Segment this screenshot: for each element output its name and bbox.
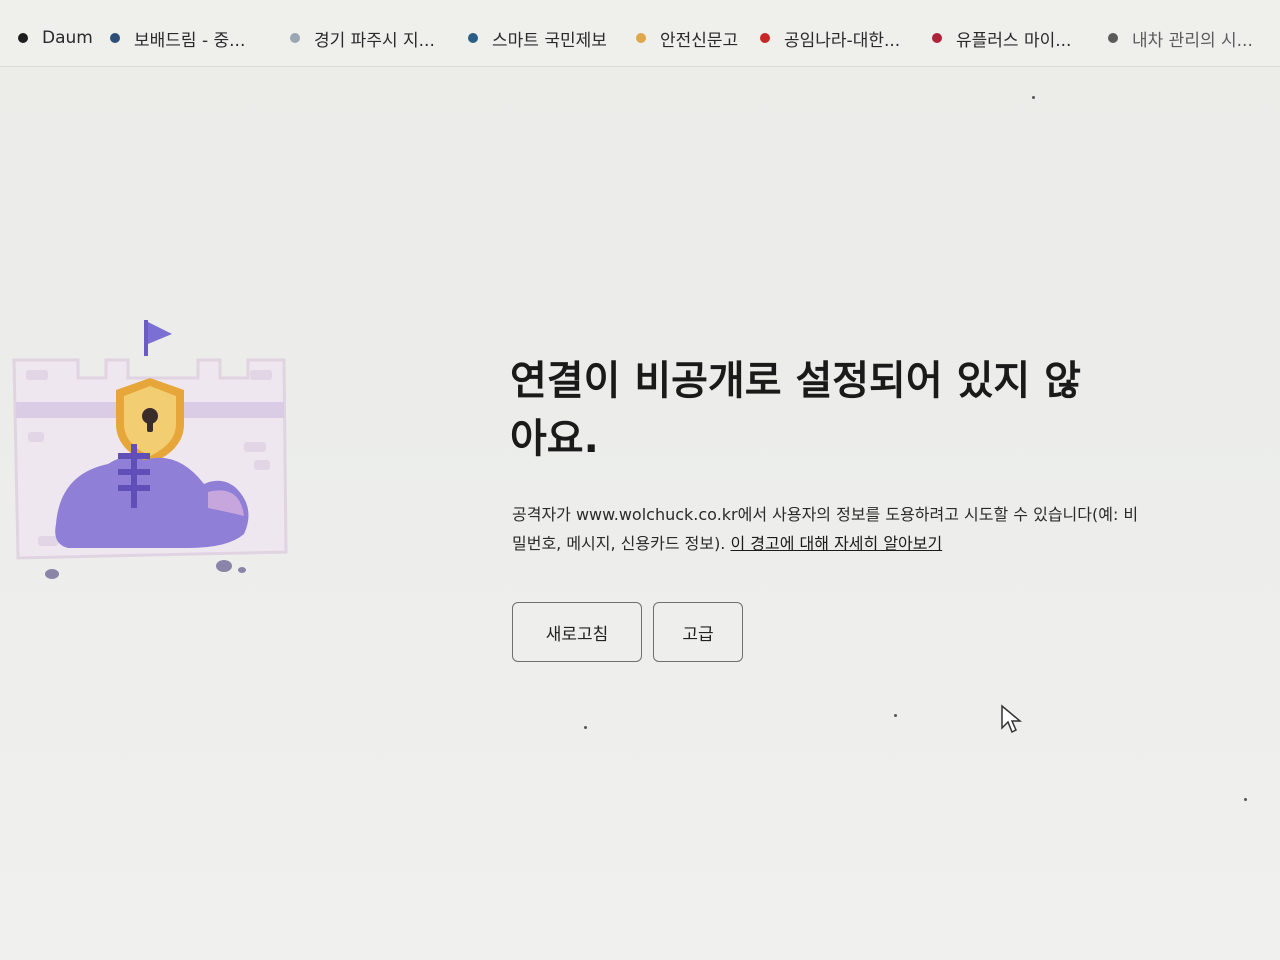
bookmark-gongim[interactable]: 공임나라-대한... bbox=[760, 26, 901, 51]
bookmark-label: 경기 파주시 지... bbox=[314, 30, 435, 51]
bookmark-label: 유플러스 마이... bbox=[956, 30, 1072, 51]
screen-speck bbox=[1032, 96, 1035, 99]
favicon-dot-icon bbox=[110, 33, 120, 43]
bookmark-paju[interactable]: 경기 파주시 지... bbox=[290, 26, 435, 51]
bookmarks-bar: Daum 보배드림 - 중... 경기 파주시 지... 스마트 국민제보 안전… bbox=[0, 0, 1280, 67]
favicon-dot-icon bbox=[290, 33, 300, 43]
bookmark-bobaedream[interactable]: 보배드림 - 중... bbox=[110, 26, 246, 51]
screen-speck bbox=[894, 714, 897, 717]
favicon-dot-icon bbox=[760, 33, 770, 43]
favicon-dot-icon bbox=[18, 33, 28, 43]
bookmark-label: 스마트 국민제보 bbox=[492, 30, 607, 51]
reload-button[interactable]: 새로고침 bbox=[512, 602, 642, 662]
bookmark-label: 내차 관리의 시... bbox=[1132, 30, 1253, 51]
bookmark-label: 보배드림 - 중... bbox=[134, 30, 246, 51]
favicon-dot-icon bbox=[636, 33, 646, 43]
bookmark-daum[interactable]: Daum bbox=[18, 26, 93, 50]
bookmark-label: Daum bbox=[42, 28, 93, 48]
favicon-dot-icon bbox=[1108, 33, 1118, 43]
bookmark-smart-report[interactable]: 스마트 국민제보 bbox=[468, 26, 607, 51]
error-description: 공격자가 www.wolchuck.co.kr에서 사용자의 정보를 도용하려고… bbox=[512, 500, 1152, 558]
bookmark-car-care[interactable]: 내차 관리의 시... bbox=[1108, 26, 1253, 51]
page-title: 연결이 비공개로 설정되어 있지 않아요. bbox=[510, 358, 1081, 462]
learn-more-link[interactable]: 이 경고에 대해 자세히 알아보기 bbox=[731, 534, 943, 553]
screen-speck bbox=[1244, 798, 1247, 801]
advanced-button[interactable]: 고급 bbox=[653, 602, 743, 662]
bookmark-safety-report[interactable]: 안전신문고 bbox=[636, 26, 739, 51]
screen-speck bbox=[584, 726, 587, 729]
favicon-dot-icon bbox=[468, 33, 478, 43]
bookmark-label: 안전신문고 bbox=[660, 30, 739, 51]
favicon-dot-icon bbox=[932, 33, 942, 43]
mouse-cursor-icon bbox=[1001, 704, 1023, 734]
castle-shield-lock-icon bbox=[12, 320, 288, 579]
bookmark-label: 공임나라-대한... bbox=[784, 30, 901, 51]
bookmark-uplus[interactable]: 유플러스 마이... bbox=[932, 26, 1072, 51]
